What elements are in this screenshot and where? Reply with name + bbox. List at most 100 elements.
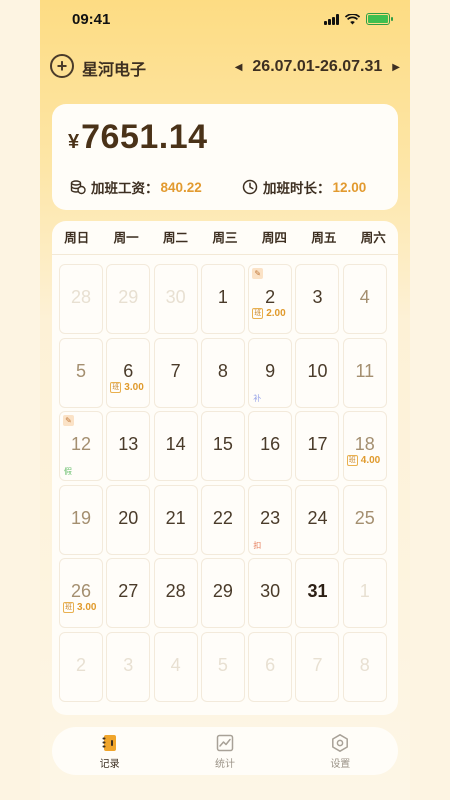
calendar-day-cell[interactable]: 28 <box>153 558 198 628</box>
bottom-tab-bar: 记录 统计 设置 <box>52 727 398 775</box>
weekday-label: 周二 <box>163 231 189 245</box>
overtime-pay-metric: 加班工资： 840.22 <box>70 177 202 197</box>
calendar-day-cell[interactable]: 29 <box>200 558 245 628</box>
overtime-pay-label: 加班工资： <box>91 181 159 196</box>
day-number: 8 <box>359 654 370 675</box>
total-salary-value: 7651.14 <box>81 118 208 156</box>
tab-statistics[interactable]: 统计 <box>167 727 282 775</box>
day-number: 3 <box>312 287 323 307</box>
calendar-day-cell[interactable]: 21 <box>153 484 198 555</box>
day-number: 6 <box>123 360 134 381</box>
calendar-day-cell: 7 <box>295 631 340 702</box>
calendar-grid: 28 29 30 1 2 ✎ 班 2.00 3 4 5 6 班 3.00 7 8 9 补 10 11 12 ✎ 假 13 14 1… <box>59 264 391 702</box>
calendar-day-cell[interactable]: 27 <box>106 558 151 628</box>
day-number: 17 <box>307 434 328 454</box>
day-number: 2 <box>75 654 86 675</box>
day-number: 12 <box>70 434 92 454</box>
calendar-day-cell[interactable]: 18 班 4.00 <box>342 411 387 481</box>
currency-symbol: ¥ <box>68 131 80 153</box>
date-range-text[interactable]: 26.07.01-26.07.31 <box>252 58 382 76</box>
tab-record[interactable]: 记录 <box>52 727 167 775</box>
overtime-entry: 班 4.00 <box>346 455 380 466</box>
overtime-hours: 3.00 <box>124 381 144 393</box>
calendar-day-cell: 5 <box>200 631 245 702</box>
overtime-hours-metric: 加班时长： 12.00 <box>242 177 366 197</box>
day-number: 29 <box>212 581 233 601</box>
weekday-label: 周一 <box>113 231 139 245</box>
overtime-hours-label: 加班时长： <box>263 181 331 196</box>
cellular-signal-icon <box>324 13 339 25</box>
plus-icon: + <box>56 56 68 76</box>
overtime-hours: 2.00 <box>266 308 286 319</box>
calendar-day-cell[interactable]: 1 <box>200 264 245 334</box>
month-calendar: 周日 周一 周二 周三 周四 周五 周六 28 29 30 1 2 ✎ 班 2.00 3 4 5 6 班… <box>52 221 398 715</box>
day-number: 16 <box>260 434 281 454</box>
calendar-day-cell[interactable]: 7 <box>153 337 198 408</box>
overtime-entry: 班 2.00 <box>252 308 286 319</box>
day-number: 26 <box>70 581 92 601</box>
calendar-day-cell[interactable]: 19 <box>59 484 103 555</box>
calendar-day-cell[interactable]: 9补 <box>248 337 293 408</box>
day-number: 21 <box>165 507 186 528</box>
calendar-day-cell[interactable]: 31 <box>295 558 340 628</box>
calendar-day-cell[interactable]: 15 <box>200 411 245 481</box>
overtime-hours-value: 12.00 <box>332 179 367 195</box>
calendar-day-cell[interactable]: 23 扣 <box>248 484 293 555</box>
calendar-day-cell: 4 <box>153 631 198 702</box>
calendar-day-cell[interactable]: 13 <box>106 411 151 481</box>
day-number: 11 <box>355 360 375 381</box>
calendar-day-cell: 28 <box>59 264 103 334</box>
calendar-day-cell[interactable]: 8 <box>200 337 245 408</box>
calendar-day-cell[interactable]: 30 <box>248 558 293 628</box>
calendar-day-cell[interactable]: 25 <box>342 484 387 555</box>
weekday-label: 周六 <box>360 231 386 245</box>
calendar-day-cell[interactable]: 6 班 3.00 <box>106 337 151 408</box>
tab-label: 统计 <box>214 758 235 770</box>
calendar-day-cell[interactable]: 10 <box>295 337 340 408</box>
day-tag: 假 <box>64 467 72 476</box>
calendar-day-cell: 8 <box>342 631 387 702</box>
salary-summary-card: ¥ 7651.14 加班工资： 840.22 加班时长： 12.00 <box>52 104 398 210</box>
calendar-day-cell: 3 <box>106 631 151 702</box>
status-time: 09:41 <box>72 11 111 28</box>
company-name[interactable]: 星河电子 <box>82 56 146 80</box>
calendar-day-cell: 30 <box>153 264 198 334</box>
overtime-badge: 班 <box>252 308 264 319</box>
day-number: 31 <box>307 581 328 601</box>
calendar-day-cell[interactable]: 11 <box>342 337 387 408</box>
day-number: 25 <box>354 507 375 528</box>
tab-label: 设置 <box>330 758 351 770</box>
day-number: 30 <box>165 287 186 307</box>
coins-icon <box>70 180 86 195</box>
date-range-selector: ◀ 26.07.01-26.07.31 ▶ <box>235 58 400 76</box>
overtime-badge: 班 <box>63 602 74 613</box>
day-number: 1 <box>359 581 370 601</box>
total-amount: ¥ 7651.14 <box>68 118 208 157</box>
prev-month-button[interactable]: ◀ <box>235 62 243 73</box>
wifi-icon <box>345 13 360 24</box>
calendar-day-cell: 29 <box>106 264 151 334</box>
calendar-day-cell[interactable]: 17 <box>295 411 340 481</box>
calendar-day-cell[interactable]: 2 ✎ 班 2.00 <box>248 264 293 334</box>
add-company-button[interactable]: + <box>50 54 74 78</box>
calendar-day-cell[interactable]: 14 <box>153 411 198 481</box>
day-number: 22 <box>212 507 233 528</box>
day-number: 5 <box>75 360 86 381</box>
calendar-day-cell[interactable]: 16 <box>248 411 293 481</box>
calendar-day-cell[interactable]: 22 <box>200 484 245 555</box>
calendar-day-cell[interactable]: 24 <box>295 484 340 555</box>
weekday-label: 周三 <box>212 231 238 245</box>
next-month-button[interactable]: ▶ <box>392 62 400 73</box>
calendar-day-cell[interactable]: 20 <box>106 484 151 555</box>
note-pen-icon: ✎ <box>252 268 264 279</box>
calendar-day-cell[interactable]: 4 <box>342 264 387 334</box>
calendar-day-cell[interactable]: 5 <box>59 337 103 408</box>
day-number: 10 <box>307 360 328 381</box>
day-tag: 补 <box>253 393 262 403</box>
calendar-day-cell[interactable]: 26 班 3.00 <box>59 558 103 628</box>
calendar-day-cell[interactable]: 3 <box>295 264 340 334</box>
status-icons <box>324 13 393 25</box>
tab-settings[interactable]: 设置 <box>283 727 398 775</box>
calendar-day-cell[interactable]: 12 ✎ 假 <box>59 411 103 481</box>
calendar-day-cell: 6 <box>248 631 293 702</box>
